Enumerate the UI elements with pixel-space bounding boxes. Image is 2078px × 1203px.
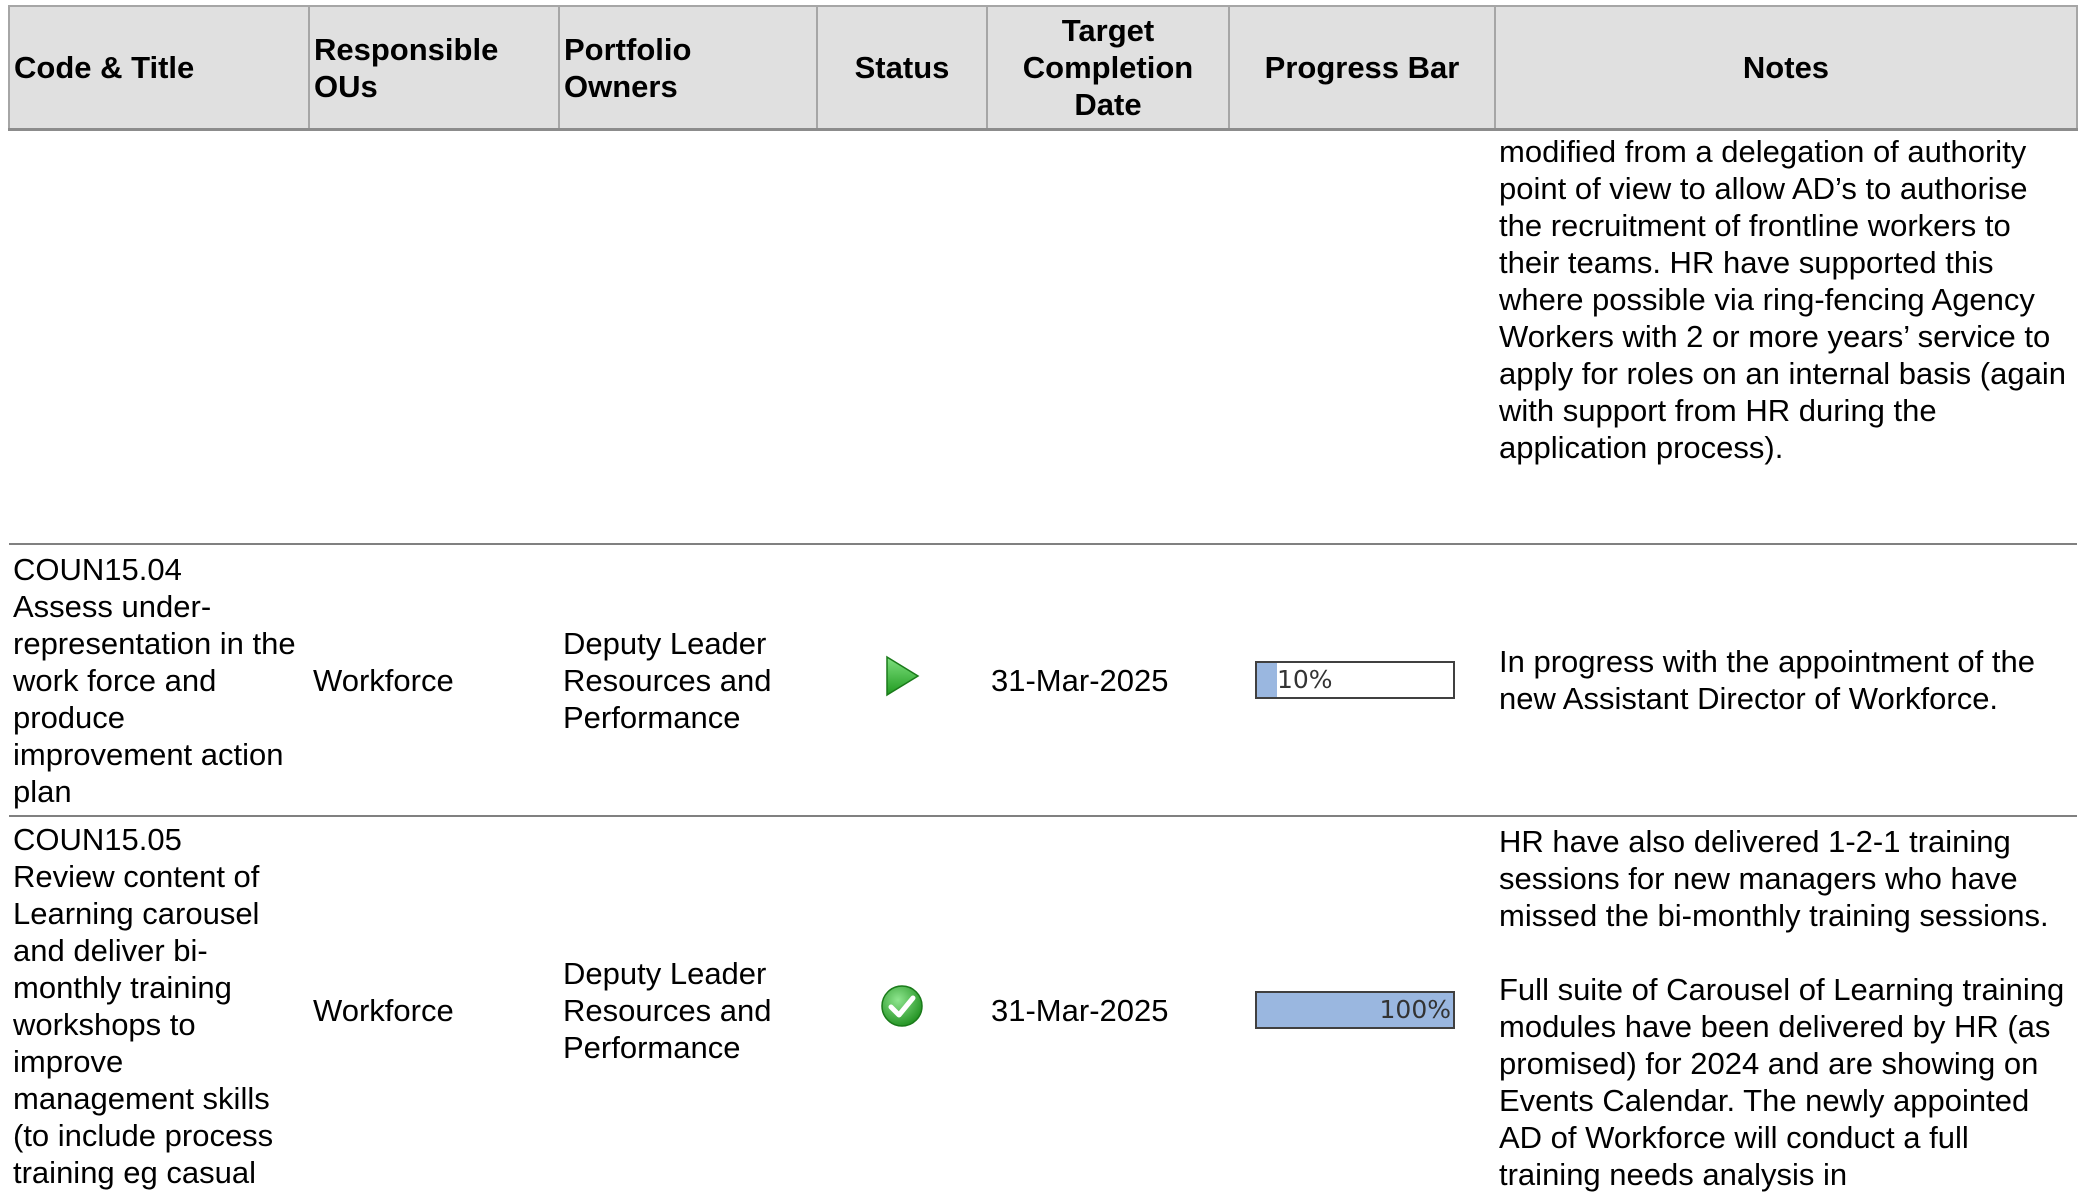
notes-text: In progress with the appointment of the …: [1499, 644, 2035, 716]
cell-responsible: Workforce: [309, 544, 559, 817]
cell-portfolio: Deputy Leader Resources and Performance: [563, 955, 772, 1065]
cell-responsible: [309, 129, 559, 545]
header-code-title: Code & Title: [8, 5, 310, 131]
cell-progress: [1229, 129, 1495, 545]
cell-code-title: COUN15.04 Assess under-representation in…: [9, 544, 309, 817]
action-title: Review content of Learning carousel and …: [13, 859, 274, 1190]
action-code: COUN15.04: [13, 551, 182, 587]
progress-bar: 10%: [1255, 661, 1455, 699]
header-progress: Progress Bar: [1228, 5, 1496, 131]
cell-notes: modified from a delegation of authority …: [1495, 129, 2077, 545]
progress-bar: 100%: [1255, 991, 1455, 1029]
notes-text: HR have also delivered 1-2-1 training se…: [1499, 824, 2065, 1192]
table-row: modified from a delegation of authority …: [9, 129, 2077, 545]
action-title: Assess under-representation in the work …: [13, 588, 296, 809]
action-code: COUN15.05: [13, 822, 182, 857]
cell-target-date: 31-Mar-2025: [991, 992, 1169, 1028]
progress-fill: [1257, 663, 1277, 697]
actions-table: Code & Title Responsible OUs Portfolio O…: [8, 5, 2078, 1203]
notes-text: modified from a delegation of authority …: [1499, 134, 2066, 465]
progress-label: 100%: [1379, 995, 1451, 1024]
cell-progress: 100%: [1229, 816, 1495, 1203]
play-arrow-icon: [883, 655, 921, 705]
table-row: COUN15.04 Assess under-representation in…: [9, 544, 2077, 817]
header-portfolio: Portfolio Owners: [558, 5, 818, 131]
cell-code-title: [9, 129, 309, 545]
cell-target-date: [987, 129, 1229, 545]
cell-progress: 10%: [1229, 544, 1495, 817]
cell-notes: HR have also delivered 1-2-1 training se…: [1495, 816, 2077, 1203]
cell-portfolio: Deputy Leader Resources and Performance: [559, 544, 817, 817]
cell-portfolio: [559, 129, 817, 545]
cell-code-title: COUN15.05 Review content of Learning car…: [9, 816, 309, 1203]
cell-notes: In progress with the appointment of the …: [1495, 544, 2077, 817]
header-notes: Notes: [1494, 5, 2078, 131]
cell-status: [817, 816, 987, 1203]
cell-target-date: 31-Mar-2025: [987, 544, 1229, 817]
header-status: Status: [816, 5, 988, 131]
header-target-date: Target Completion Date: [986, 5, 1230, 131]
check-circle-icon: [880, 984, 924, 1036]
cell-status: [817, 129, 987, 545]
cell-responsible: Workforce: [313, 992, 454, 1028]
header-row: Code & Title Responsible OUs Portfolio O…: [8, 5, 2078, 131]
table-row: COUN15.05 Review content of Learning car…: [9, 816, 2077, 1203]
progress-label: 10%: [1277, 665, 1333, 694]
cell-status: [817, 544, 987, 817]
header-responsible: Responsible OUs: [308, 5, 560, 131]
